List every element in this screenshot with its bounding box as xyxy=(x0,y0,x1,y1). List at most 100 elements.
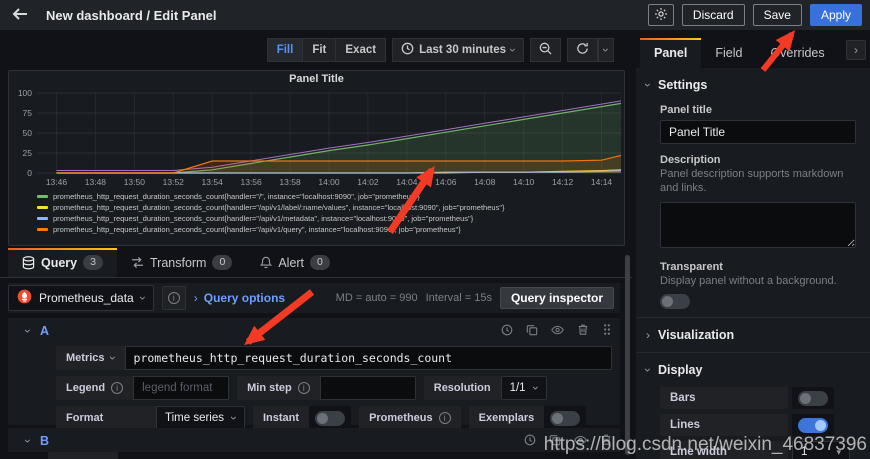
instant-toggle[interactable] xyxy=(315,411,345,426)
legend-item[interactable]: prometheus_http_request_duration_seconds… xyxy=(37,202,624,213)
instant-label: Instant xyxy=(253,406,309,430)
legend-format-input[interactable] xyxy=(133,376,229,400)
display-section-toggle[interactable]: › Display xyxy=(636,353,870,387)
transparent-toggle[interactable] xyxy=(660,294,690,309)
visualization-section-toggle[interactable]: › Visualization xyxy=(636,318,870,352)
chevron-down-icon: › xyxy=(137,296,149,300)
svg-text:14:14: 14:14 xyxy=(591,177,613,187)
tab-alert[interactable]: Alert 0 xyxy=(246,248,344,277)
eye-icon[interactable] xyxy=(574,434,587,449)
chevron-down-icon: › xyxy=(642,83,654,87)
prometheus-label: Prometheusi xyxy=(359,406,461,430)
legend-item[interactable]: prometheus_http_request_duration_seconds… xyxy=(37,213,624,224)
panel-title-field: Panel title xyxy=(636,102,870,152)
svg-text:13:58: 13:58 xyxy=(279,177,301,187)
copy-icon[interactable] xyxy=(549,434,561,449)
display-row-label: Bars xyxy=(660,387,788,409)
arrow-left-icon xyxy=(12,7,28,24)
exact-button[interactable]: Exact xyxy=(336,38,386,62)
line-width-select[interactable]: 1▾ xyxy=(792,441,850,459)
resolution-select[interactable]: 1/1› xyxy=(501,376,547,400)
format-select[interactable]: Time series› xyxy=(156,406,245,430)
query-options-toggle[interactable]: › Query options xyxy=(194,291,285,305)
query-ref-label[interactable]: A xyxy=(40,324,49,338)
svg-text:13:56: 13:56 xyxy=(240,177,262,187)
query-a-header: › A xyxy=(16,318,612,344)
sidebar-content: › Settings Panel title Description Panel… xyxy=(636,68,870,459)
resolution-label: Resolution xyxy=(424,376,501,400)
sidebar-collapse-button[interactable]: › xyxy=(846,40,866,60)
apply-button[interactable]: Apply xyxy=(810,4,862,26)
query-a-options-row-2: Format Time series› Instant Prometheusi … xyxy=(56,406,612,430)
chevron-right-icon: › xyxy=(194,292,198,304)
time-range-label: Last 30 minutes xyxy=(419,44,506,56)
legend-item[interactable]: prometheus_http_request_duration_seconds… xyxy=(37,191,624,202)
chart-area[interactable]: 025507510013:4613:4813:5013:5213:5413:56… xyxy=(9,89,624,189)
scrollbar[interactable] xyxy=(625,255,630,455)
query-a-actions xyxy=(501,323,612,339)
svg-text:13:50: 13:50 xyxy=(124,177,146,187)
transform-count-badge: 0 xyxy=(212,255,232,270)
copy-icon[interactable] xyxy=(526,324,538,339)
metrics-dropdown[interactable]: Metrics › xyxy=(56,346,125,370)
panel-preview-title[interactable]: Panel Title xyxy=(9,73,624,89)
svg-text:13:46: 13:46 xyxy=(46,177,68,187)
time-range-picker[interactable]: Last 30 minutes › xyxy=(392,38,524,62)
exemplars-toggle[interactable] xyxy=(550,411,580,426)
datasource-help-button[interactable]: i xyxy=(162,286,186,310)
trash-icon[interactable] xyxy=(577,323,589,339)
metric-expression-input[interactable] xyxy=(125,346,612,370)
editor-tabs: Query 3 Transform 0 Alert 0 xyxy=(0,248,632,278)
refresh-interval-dropdown[interactable]: › xyxy=(598,38,614,62)
exemplars-label: Exemplars xyxy=(469,406,545,430)
alert-count-badge: 0 xyxy=(310,255,330,270)
chart-legend: prometheus_http_request_duration_seconds… xyxy=(9,189,624,235)
tab-panel[interactable]: Panel xyxy=(640,38,701,68)
fit-button[interactable]: Fit xyxy=(303,38,336,62)
min-step-input[interactable] xyxy=(320,376,416,400)
svg-text:25: 25 xyxy=(23,148,33,158)
eye-icon[interactable] xyxy=(551,324,564,339)
legend-color-dash xyxy=(37,195,48,198)
collapse-chevron-icon[interactable]: › xyxy=(22,439,34,443)
refresh-button[interactable] xyxy=(567,38,598,62)
tab-field[interactable]: Field xyxy=(701,38,756,68)
settings-section-toggle[interactable]: › Settings xyxy=(636,68,870,102)
svg-text:14:12: 14:12 xyxy=(552,177,574,187)
bars-toggle[interactable] xyxy=(798,391,828,406)
discard-button[interactable]: Discard xyxy=(682,4,745,26)
query-b-metrics-partial xyxy=(48,452,118,459)
tab-transform[interactable]: Transform 0 xyxy=(117,248,246,277)
dashboard-settings-button[interactable] xyxy=(648,4,674,26)
lines-toggle[interactable] xyxy=(798,418,828,433)
zoom-out-button[interactable] xyxy=(530,38,561,62)
page-title: New dashboard / Edit Panel xyxy=(46,8,216,23)
legend-series-label: prometheus_http_request_duration_seconds… xyxy=(53,214,473,223)
panel-title-input[interactable] xyxy=(660,120,856,144)
tab-overrides[interactable]: Overrides xyxy=(756,38,838,68)
legend-series-label: prometheus_http_request_duration_seconds… xyxy=(53,203,505,212)
info-circle-icon: i xyxy=(111,382,123,394)
history-icon[interactable] xyxy=(501,324,513,339)
info-circle-icon: i xyxy=(168,292,180,304)
tab-query[interactable]: Query 3 xyxy=(8,248,117,277)
query-inspector-button[interactable]: Query inspector xyxy=(500,287,614,309)
save-button[interactable]: Save xyxy=(753,4,802,26)
chevron-down-icon: › xyxy=(228,416,240,420)
back-button[interactable] xyxy=(8,3,32,28)
description-textarea[interactable] xyxy=(660,202,856,248)
query-ref-label[interactable]: B xyxy=(40,434,49,448)
collapse-chevron-icon[interactable]: › xyxy=(22,329,34,333)
datasource-picker[interactable]: Prometheus_data › xyxy=(8,285,154,311)
svg-text:14:08: 14:08 xyxy=(474,177,496,187)
svg-text:100: 100 xyxy=(18,89,32,98)
zoom-out-icon xyxy=(539,42,552,58)
chart-svg: 025507510013:4613:4813:5013:5213:5413:56… xyxy=(11,89,623,189)
legend-label: Legendi xyxy=(56,376,133,400)
trash-icon[interactable] xyxy=(600,433,612,449)
fill-button[interactable]: Fill xyxy=(267,38,304,62)
legend-item[interactable]: prometheus_http_request_duration_seconds… xyxy=(37,224,624,235)
svg-text:13:48: 13:48 xyxy=(85,177,107,187)
drag-handle-icon[interactable] xyxy=(602,323,612,339)
history-icon[interactable] xyxy=(524,434,536,449)
